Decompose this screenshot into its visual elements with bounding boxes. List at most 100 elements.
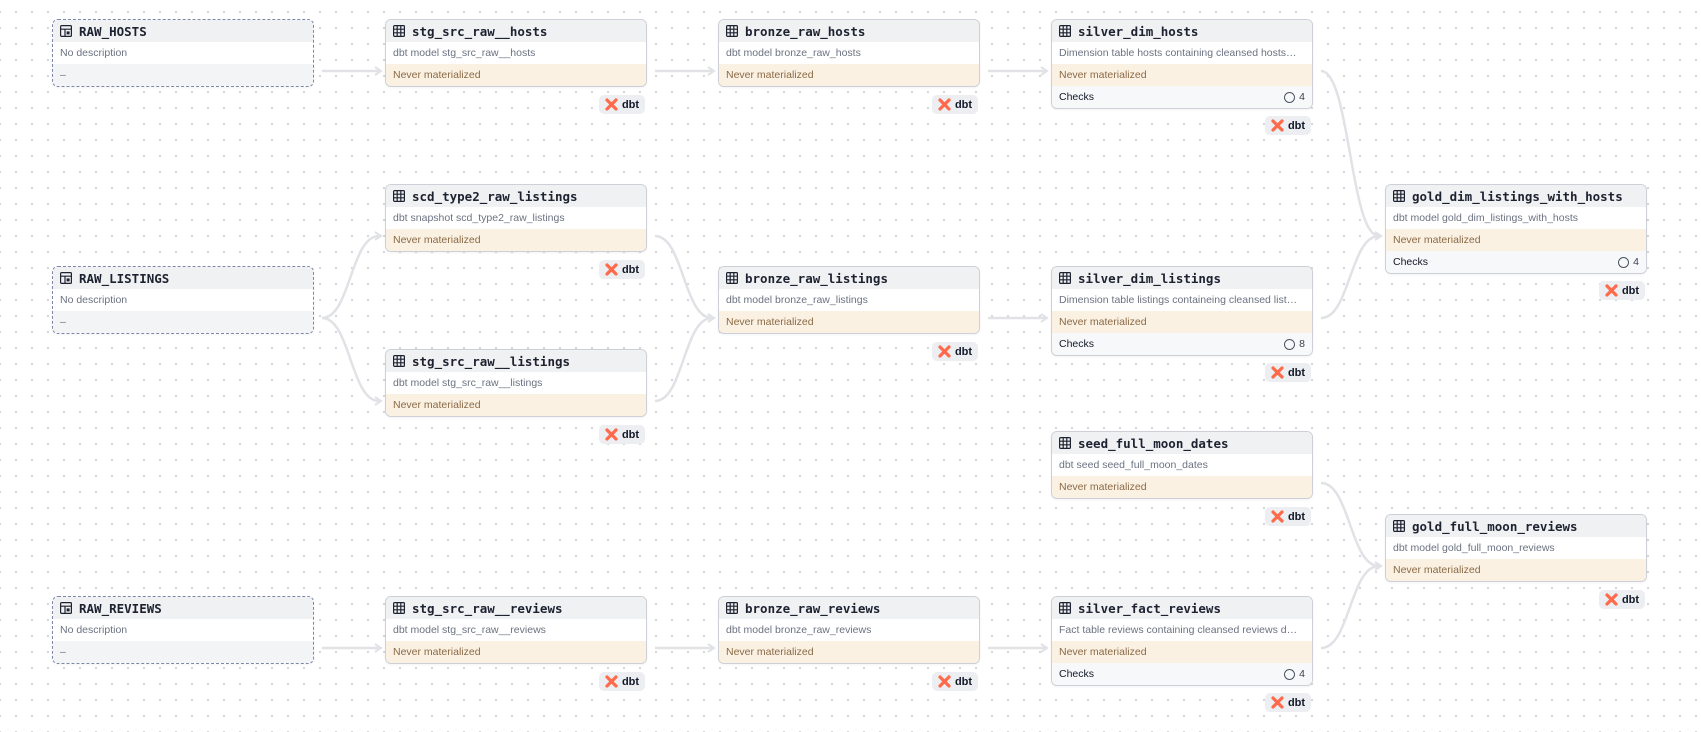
node-title: bronze_raw_reviews [745, 600, 881, 616]
node-gold-dim-listings-with-hosts[interactable]: gold_dim_listings_with_hosts dbt model g… [1385, 184, 1647, 274]
node-seed-full-moon-dates[interactable]: seed_full_moon_dates dbt seed seed_full_… [1051, 431, 1313, 499]
dbt-badge: dbt [1265, 693, 1311, 712]
checks-row[interactable]: Checks 4 [1052, 86, 1312, 108]
dbt-logo-icon [1605, 593, 1618, 606]
dbt-badge-label: dbt [1621, 593, 1640, 606]
node-title: scd_type2_raw_listings [412, 188, 578, 204]
dbt-logo-icon [605, 428, 618, 441]
materialization-status: Never materialized [386, 394, 646, 416]
node-stg-src-raw-hosts[interactable]: stg_src_raw__hosts dbt model stg_src_raw… [385, 19, 647, 87]
checks-row[interactable]: Checks 4 [1386, 251, 1646, 273]
dbt-logo-icon [1271, 510, 1284, 523]
node-title: silver_fact_reviews [1078, 600, 1221, 616]
edge-silver_fact_reviews-to-gold_full_moon_reviews [1320, 564, 1380, 650]
materialization-status: Never materialized [1386, 559, 1646, 581]
node-title: stg_src_raw__hosts [412, 23, 548, 39]
source-table-icon [60, 25, 72, 37]
node-header: silver_dim_listings [1052, 267, 1312, 289]
edge-arrowhead [374, 66, 383, 76]
dbt-logo-icon [938, 675, 951, 688]
node-silver-dim-hosts[interactable]: silver_dim_hosts Dimension table hosts c… [1051, 19, 1313, 109]
edge-arrowhead [707, 313, 716, 323]
node-raw-hosts[interactable]: RAW_HOSTS No description – [52, 19, 314, 87]
checks-label: Checks [1059, 668, 1095, 680]
edge-arrowhead [374, 396, 383, 406]
dbt-badge-label: dbt [621, 98, 640, 111]
node-footer: – [53, 64, 313, 86]
dbt-logo-icon [1605, 284, 1618, 297]
node-description: dbt model stg_src_raw__hosts [386, 42, 646, 64]
node-raw-reviews[interactable]: RAW_REVIEWS No description – [52, 596, 314, 664]
dbt-badge-label: dbt [1621, 284, 1640, 297]
edge-arrowhead [1374, 561, 1383, 571]
dbt-logo-icon [1271, 119, 1284, 132]
node-header: stg_src_raw__listings [386, 350, 646, 372]
table-icon [1059, 272, 1071, 284]
table-icon [1059, 25, 1071, 37]
node-description: No description [53, 289, 313, 311]
circle-icon [1284, 668, 1296, 680]
materialization-status: Never materialized [719, 641, 979, 663]
dbt-logo-icon [938, 98, 951, 111]
materialization-status: Never materialized [719, 64, 979, 86]
table-icon [726, 602, 738, 614]
node-header: scd_type2_raw_listings [386, 185, 646, 207]
edge-arrowhead [1374, 231, 1383, 241]
checks-count: 4 [1618, 256, 1639, 268]
dbt-badge: dbt [1265, 363, 1311, 382]
materialization-status: Never materialized [1052, 311, 1312, 333]
dbt-badge-label: dbt [954, 345, 973, 358]
node-gold-full-moon-reviews[interactable]: gold_full_moon_reviews dbt model gold_fu… [1385, 514, 1647, 582]
node-header: seed_full_moon_dates [1052, 432, 1312, 454]
node-stg-src-raw-listings[interactable]: stg_src_raw__listings dbt model stg_src_… [385, 349, 647, 417]
node-header: RAW_REVIEWS [53, 597, 313, 619]
materialization-status: Never materialized [386, 641, 646, 663]
node-description: No description [53, 42, 313, 64]
node-bronze-raw-hosts[interactable]: bronze_raw_hosts dbt model bronze_raw_ho… [718, 19, 980, 87]
node-footer: – [53, 641, 313, 663]
edge-stg_src_raw__listings-to-bronze_raw_listings [654, 316, 713, 403]
node-header: stg_src_raw__reviews [386, 597, 646, 619]
node-description: dbt model gold_dim_listings_with_hosts [1386, 207, 1646, 229]
checks-count: 4 [1284, 91, 1305, 103]
table-icon [1059, 437, 1071, 449]
node-scd-type2-raw-listings[interactable]: scd_type2_raw_listings dbt snapshot scd_… [385, 184, 647, 252]
checks-row[interactable]: Checks 8 [1052, 333, 1312, 355]
table-icon [393, 602, 405, 614]
edge-raw_listings-to-stg_src_raw__listings [321, 316, 380, 403]
edge-scd_type2_raw_listings-to-bronze_raw_listings [654, 234, 713, 320]
dbt-logo-icon [605, 98, 618, 111]
node-title: stg_src_raw__listings [412, 353, 571, 369]
checks-row[interactable]: Checks 4 [1052, 663, 1312, 685]
node-header: RAW_HOSTS [53, 20, 313, 42]
circle-icon [1618, 256, 1630, 268]
node-silver-fact-reviews[interactable]: silver_fact_reviews Fact table reviews c… [1051, 596, 1313, 686]
materialization-status: Never materialized [1052, 64, 1312, 86]
edge-arrowhead [374, 231, 383, 241]
node-description: No description [53, 619, 313, 641]
node-raw-listings[interactable]: RAW_LISTINGS No description – [52, 266, 314, 334]
node-silver-dim-listings[interactable]: silver_dim_listings Dimension table list… [1051, 266, 1313, 356]
materialization-status: Never materialized [1052, 476, 1312, 498]
dbt-badge-label: dbt [1287, 119, 1306, 132]
dbt-badge-label: dbt [954, 98, 973, 111]
dbt-badge: dbt [1599, 590, 1645, 609]
checks-label: Checks [1059, 91, 1095, 103]
node-bronze-raw-listings[interactable]: bronze_raw_listings dbt model bronze_raw… [718, 266, 980, 334]
node-description: Dimension table listings containeing cle… [1052, 289, 1312, 311]
source-table-icon [60, 602, 72, 614]
node-title: RAW_REVIEWS [79, 600, 162, 616]
node-title: gold_full_moon_reviews [1412, 518, 1578, 534]
edge-arrowhead [1374, 561, 1383, 571]
edge-arrowhead [1040, 643, 1049, 653]
node-bronze-raw-reviews[interactable]: bronze_raw_reviews dbt model bronze_raw_… [718, 596, 980, 664]
node-description: dbt model stg_src_raw__listings [386, 372, 646, 394]
materialization-status: Never materialized [386, 64, 646, 86]
dbt-badge: dbt [932, 342, 978, 361]
dbt-badge-label: dbt [621, 675, 640, 688]
node-description: dbt model stg_src_raw__reviews [386, 619, 646, 641]
dbt-badge-label: dbt [1287, 510, 1306, 523]
node-description: dbt seed seed_full_moon_dates [1052, 454, 1312, 476]
node-description: Dimension table hosts containing cleanse… [1052, 42, 1312, 64]
node-stg-src-raw-reviews[interactable]: stg_src_raw__reviews dbt model stg_src_r… [385, 596, 647, 664]
